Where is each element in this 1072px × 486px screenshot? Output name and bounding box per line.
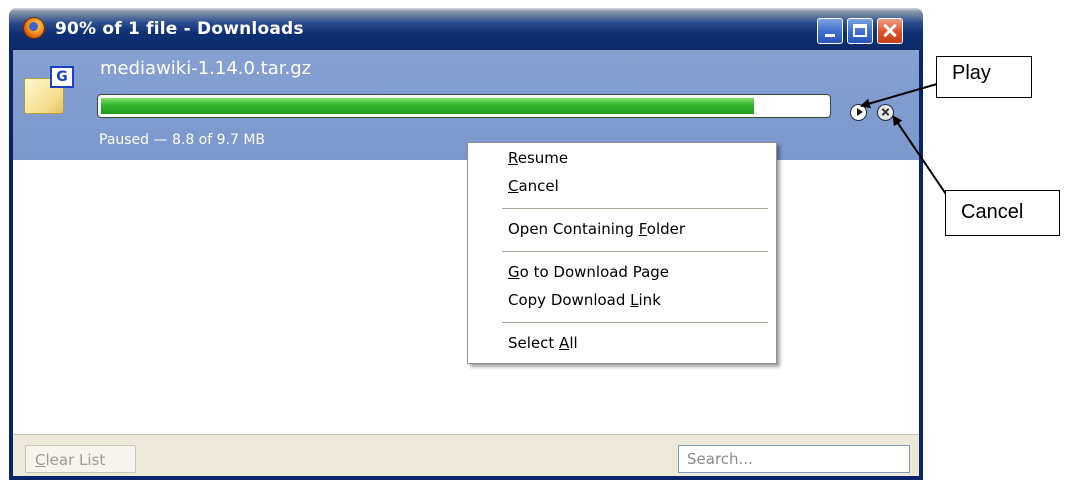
callout-arrows (860, 83, 953, 204)
cancel-callout: Cancel (945, 190, 1060, 236)
play-callout-arrow (860, 83, 938, 109)
play-callout: Play (936, 56, 1032, 98)
cancel-callout-arrow (892, 115, 953, 204)
